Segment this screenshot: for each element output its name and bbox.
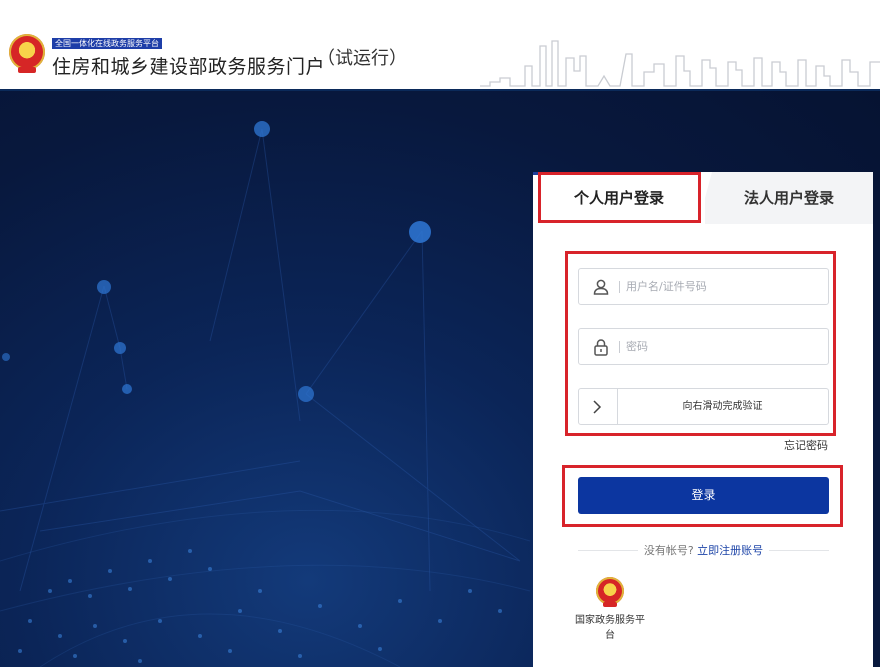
tab-legal-login[interactable]: 法人用户登录	[705, 172, 873, 224]
username-input[interactable]	[626, 269, 821, 304]
register-link[interactable]: 立即注册账号	[697, 544, 763, 557]
slider-handle[interactable]	[579, 389, 618, 424]
divider-line	[578, 550, 638, 551]
trial-label: （试运行）	[317, 48, 407, 69]
password-input[interactable]	[626, 329, 821, 364]
field-separator	[619, 281, 620, 293]
forgot-password-link[interactable]: 忘记密码	[784, 437, 828, 453]
divider-line	[769, 550, 829, 551]
slider-text: 向右滑动完成验证	[682, 401, 763, 412]
login-panel: 个人用户登录 法人用户登录 向右滑动完成验证 忘记密码 登录 没有帐号?	[533, 172, 873, 667]
gov-platform-link[interactable]: 国家政务服务平台	[573, 613, 647, 643]
national-emblem-icon	[9, 34, 45, 73]
skyline-decoration-icon	[480, 40, 880, 87]
site-header: 全国一体化在线政务服务平台 住房和城乡建设部政务服务门户 （试运行）	[0, 0, 880, 91]
slide-verification[interactable]: 向右滑动完成验证	[578, 388, 829, 425]
username-field[interactable]	[578, 268, 829, 305]
no-account-text: 没有帐号?	[643, 544, 694, 557]
login-tabs: 个人用户登录 法人用户登录	[533, 172, 873, 224]
platform-badge: 全国一体化在线政务服务平台	[52, 38, 162, 49]
tab-personal-login[interactable]: 个人用户登录	[533, 172, 705, 224]
register-row: 没有帐号? 立即注册账号	[578, 542, 829, 558]
lock-icon	[594, 339, 608, 356]
password-field[interactable]	[578, 328, 829, 365]
user-icon	[593, 279, 609, 295]
login-button[interactable]: 登录	[578, 477, 829, 514]
site-title: 住房和城乡建设部政务服务门户	[52, 56, 326, 78]
chevron-right-icon	[593, 400, 602, 414]
gov-platform-emblem-icon[interactable]	[596, 577, 624, 607]
field-separator	[619, 341, 620, 353]
